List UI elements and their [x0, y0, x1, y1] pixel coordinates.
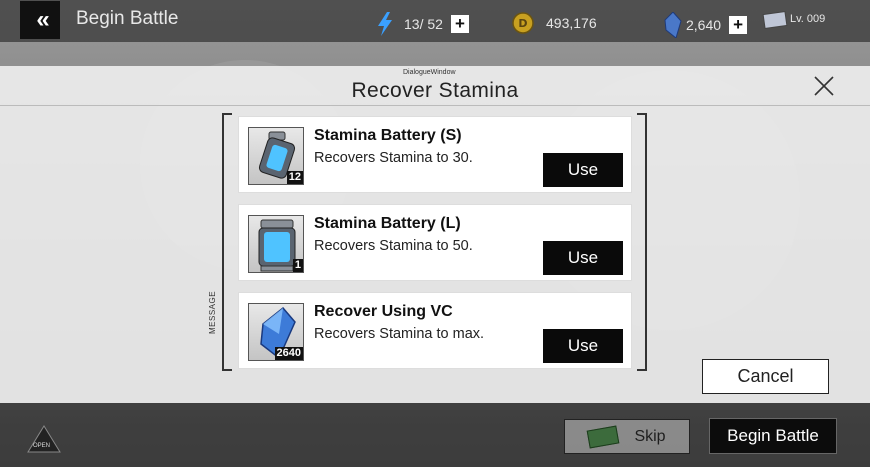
stamina-value: 13/ 52: [404, 16, 443, 32]
open-menu-button[interactable]: OPEN: [26, 424, 62, 454]
item-card-recover-using-vc: 2640 Recover Using VC Recovers Stamina t…: [238, 292, 632, 369]
page-title: Begin Battle: [76, 8, 179, 29]
triangle-icon: [27, 425, 61, 453]
stamina-battery-large-icon: 1: [248, 215, 304, 273]
message-label: MESSAGE: [208, 290, 217, 334]
stamina-battery-small-icon: 12: [248, 127, 304, 185]
item-description: Recovers Stamina to 30.: [314, 150, 473, 166]
item-name: Stamina Battery (L): [314, 215, 461, 232]
item-name: Recover Using VC: [314, 303, 453, 320]
dialog-title: Recover Stamina: [351, 79, 519, 102]
dialog-header: DialogueWindow Recover Stamina: [0, 66, 870, 106]
recover-stamina-dialog: DialogueWindow Recover Stamina MESSAGE 1…: [0, 66, 870, 403]
item-count: 12: [286, 171, 303, 184]
skip-ticket-icon: [587, 425, 620, 448]
use-button[interactable]: Use: [543, 241, 623, 275]
header-divider: [0, 105, 870, 106]
coin-icon: D: [512, 12, 534, 34]
lightning-icon: [378, 12, 392, 36]
skip-button[interactable]: Skip: [564, 419, 690, 454]
svg-text:D: D: [518, 17, 527, 30]
item-description: Recovers Stamina to max.: [314, 326, 485, 342]
vc-crystal-icon: 2640: [248, 303, 304, 361]
add-stamina-button[interactable]: +: [450, 15, 469, 33]
close-icon[interactable]: [812, 74, 836, 98]
begin-battle-button[interactable]: Begin Battle: [709, 418, 837, 454]
vc-counter: 2,640 +: [664, 12, 748, 38]
coin-counter: D 493,176: [512, 12, 597, 34]
coin-value: 493,176: [546, 15, 597, 31]
add-vc-button[interactable]: +: [729, 16, 748, 34]
ticket-icon: [762, 10, 788, 30]
vc-value: 2,640: [686, 17, 722, 33]
cancel-button[interactable]: Cancel: [702, 359, 829, 394]
level-badge: Lv. 009: [790, 13, 826, 25]
double-chevron-left-icon: «: [36, 6, 50, 33]
message-bracket-left: [222, 113, 232, 371]
item-count: 1: [292, 259, 303, 272]
item-name: Stamina Battery (S): [314, 127, 462, 144]
back-button[interactable]: «: [20, 1, 60, 39]
item-card-stamina-battery-s: 12 Stamina Battery (S) Recovers Stamina …: [238, 116, 632, 193]
item-count: 2640: [274, 347, 303, 360]
use-button[interactable]: Use: [543, 153, 623, 187]
message-bracket-right: [637, 113, 647, 371]
window-tag: DialogueWindow: [403, 69, 456, 76]
item-card-stamina-battery-l: 1 Stamina Battery (L) Recovers Stamina t…: [238, 204, 632, 281]
crystal-icon: [664, 12, 682, 38]
stamina-counter: 13/ 52 +: [376, 12, 469, 36]
item-description: Recovers Stamina to 50.: [314, 238, 473, 254]
use-button[interactable]: Use: [543, 329, 623, 363]
skip-label: Skip: [634, 427, 666, 445]
top-bar: « Begin Battle 13/ 52 + D 493,176 2,640 …: [0, 0, 870, 42]
open-label: OPEN: [33, 443, 51, 449]
